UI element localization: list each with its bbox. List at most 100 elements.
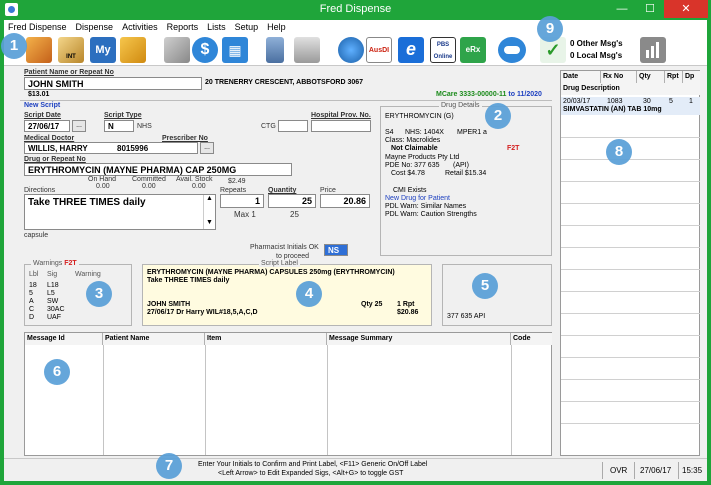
menu-dispense[interactable]: Dispense	[72, 20, 119, 32]
warning-lbl: 18	[29, 282, 37, 289]
patient-name-field[interactable]: JOHN SMITH	[24, 77, 202, 90]
doctor-browse-button[interactable]: ...	[200, 142, 214, 154]
ausdi-icon[interactable]: AusDI	[366, 37, 392, 63]
history-table[interactable]: Date Rx No Qty Rpt Dp Drug Description 2…	[560, 70, 700, 456]
warning-lbl: A	[29, 298, 34, 305]
report-icon[interactable]	[294, 37, 320, 63]
drug-pdl-warn-1: PDL Warn: Similar Names	[385, 203, 467, 210]
script-date-field[interactable]: 27/06/17	[24, 120, 70, 132]
col-message-summary[interactable]: Message Summary	[327, 333, 511, 345]
col-drug-description[interactable]: Drug Description	[561, 83, 700, 95]
maximize-button[interactable]: ☐	[636, 0, 664, 18]
repeats-field[interactable]: 1	[220, 194, 264, 208]
drug-details-title: Drug Details	[439, 102, 482, 109]
drug-label: Drug or Repeat No	[24, 156, 86, 163]
repeats-label: Repeats	[220, 187, 247, 194]
clipboard-icon[interactable]	[266, 37, 284, 63]
doctor-field[interactable]: WILLIS, HARRY 8015996	[24, 142, 198, 154]
callout-9: 9	[537, 16, 563, 42]
globe-network-icon[interactable]	[338, 37, 364, 63]
scroll-down-icon[interactable]: ▼	[206, 219, 213, 226]
main-content: Patient Name or Repeat No JOHN SMITH 20 …	[4, 66, 707, 458]
other-msgs: 0 Other Msg's	[570, 39, 623, 48]
chart-bar-3	[656, 42, 659, 58]
toolbar: INT My $ ▦ AusDI e PBS Online eRx ✓ 0 Ot…	[4, 34, 707, 66]
window-title: Fred Dispense	[319, 3, 392, 15]
on-hand-label: On Hand	[88, 176, 117, 183]
col-message-id[interactable]: Message Id	[25, 333, 103, 345]
drug-class: Class: Macrolides	[385, 137, 441, 144]
drug-cmi: CMI Exists	[393, 187, 427, 194]
history-row-dp: 1	[689, 98, 693, 105]
quantity-field[interactable]: 25	[268, 194, 316, 208]
col-patient-name[interactable]: Patient Name	[103, 333, 205, 345]
app-window: Fred Dispense — ☐ ✕ Fred Dispense Dispens…	[0, 0, 711, 485]
medicare-number: MCare 3333-00000-11 to 11/2020	[436, 91, 542, 98]
col-code[interactable]: Code	[511, 333, 552, 345]
col-qty[interactable]: Qty	[637, 71, 665, 83]
medical-doctor-label: Medical Doctor	[24, 135, 75, 142]
col-dp[interactable]: Dp	[683, 71, 700, 83]
callout-5: 5	[472, 273, 498, 299]
menu-lists[interactable]: Lists	[203, 20, 231, 32]
scroll-up-icon[interactable]: ▲	[206, 195, 213, 202]
drug-field[interactable]: ERYTHROMYCIN (MAYNE PHARMA) CAP 250MG	[24, 163, 292, 176]
script-type-label: Script Type	[104, 112, 142, 119]
new-script-heading: New Script	[24, 102, 61, 109]
script-type-field[interactable]: N	[104, 120, 134, 132]
price-field[interactable]: 20.86	[320, 194, 370, 208]
label-qty: Qty 25	[361, 301, 383, 308]
erx-icon[interactable]: eRx	[460, 37, 486, 63]
directions-label: Directions	[24, 187, 56, 194]
warnings-col-sig: Sig	[47, 271, 58, 278]
menu-help[interactable]: Help	[263, 20, 291, 32]
int-icon[interactable]: INT	[58, 37, 84, 63]
edit-icon[interactable]	[164, 37, 190, 63]
dispense-icon[interactable]	[26, 37, 52, 63]
chart-icon[interactable]	[640, 37, 666, 63]
pharmacist-initials-field[interactable]: NS	[324, 244, 348, 256]
drug-retail: Retail $15.34	[445, 170, 487, 177]
pde-panel: 377 635 API	[442, 264, 552, 326]
patient-balance: $13.01	[28, 91, 50, 98]
col-item[interactable]: Item	[205, 333, 327, 345]
pharm-init-label: Pharmacist Initials OK	[250, 244, 319, 251]
ctg-field[interactable]	[278, 120, 308, 132]
my-icon[interactable]: My	[90, 37, 116, 63]
history-row[interactable]: 20/03/17 1083 30 5 1 SIMVASTATIN (AN) TA…	[561, 97, 700, 115]
pde-text: 377 635 API	[447, 313, 486, 320]
menu-reports[interactable]: Reports	[163, 20, 204, 32]
pill-icon[interactable]	[498, 37, 526, 63]
col-date[interactable]: Date	[561, 71, 601, 83]
drug-generic-name: ERYTHROMYCIN (G)	[385, 113, 454, 120]
close-button[interactable]: ✕	[664, 0, 708, 18]
warnings-col-warning: Warning	[75, 271, 101, 278]
dollar-icon[interactable]: $	[192, 37, 218, 63]
hospital-prov-field[interactable]	[311, 120, 371, 132]
directions-field[interactable]: Take THREE TIMES daily ▲ ▼	[24, 194, 216, 230]
hospital-prov-label: Hospital Prov. No.	[311, 112, 371, 119]
drug-manufacturer: Mayne Products Pty Ltd	[385, 154, 460, 161]
warnings-title: Warnings F2T	[31, 260, 79, 267]
minimize-button[interactable]: —	[608, 0, 636, 18]
pbs-online-icon[interactable]: PBS Online	[430, 37, 456, 63]
label-price: $20.86	[397, 309, 419, 316]
col-rpt[interactable]: Rpt	[665, 71, 683, 83]
status-bar: Enter Your Initials to Confirm and Print…	[4, 458, 707, 481]
grid-icon[interactable]: ▦	[222, 37, 248, 63]
date-browse-button[interactable]: ...	[72, 120, 86, 132]
local-msgs: 0 Local Msg's	[570, 51, 623, 60]
status-ovr: OVR	[610, 466, 628, 475]
messages-table[interactable]: Message Id Patient Name Item Message Sum…	[24, 332, 552, 456]
patient-address: 20 TRENERRY CRESCENT, ABBOTSFORD 3067	[205, 79, 364, 86]
e-script-icon[interactable]: e	[398, 37, 424, 63]
package-icon[interactable]	[120, 37, 146, 63]
col-rx-no[interactable]: Rx No	[601, 71, 637, 83]
chart-bar-2	[651, 46, 654, 58]
menu-activities[interactable]: Activities	[118, 20, 163, 32]
menu-fred-dispense[interactable]: Fred Dispense	[4, 20, 72, 32]
drug-schedule: S4	[385, 129, 394, 136]
menu-setup[interactable]: Setup	[231, 20, 264, 32]
avail-stock-value: 0.00	[192, 183, 206, 190]
nhs-label: NHS	[137, 123, 152, 130]
